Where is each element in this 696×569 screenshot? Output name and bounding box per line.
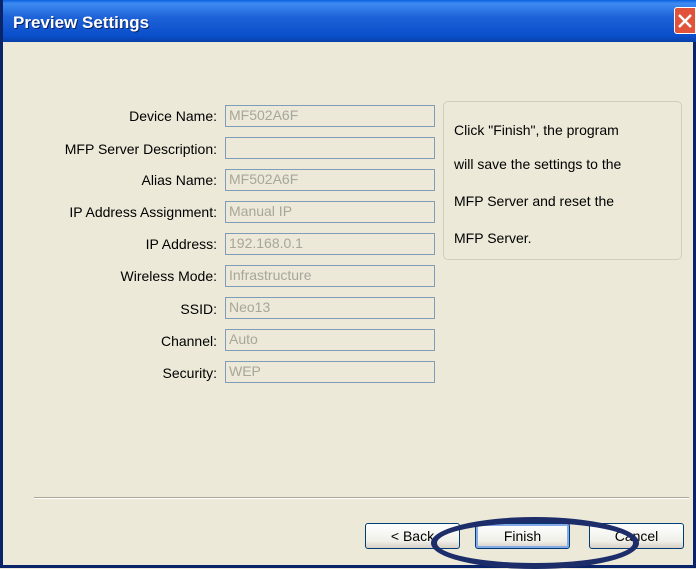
channel-field: Auto: [225, 329, 435, 351]
server-description-field: [225, 137, 435, 159]
ssid-field: Neo13: [225, 297, 435, 319]
alias-name-label: Alias Name:: [141, 172, 217, 188]
wireless-mode-label: Wireless Mode:: [120, 268, 217, 284]
ssid-label: SSID:: [180, 301, 217, 317]
info-line: will save the settings to the: [454, 156, 622, 172]
info-panel: Click "Finish", the program will save th…: [443, 101, 682, 260]
security-field: WEP: [225, 361, 435, 383]
ip-address-label: IP Address:: [145, 236, 217, 252]
info-line: MFP Server.: [454, 230, 532, 246]
close-button[interactable]: [674, 7, 696, 34]
ip-address-field: 192.168.0.1: [225, 233, 435, 255]
close-icon: [678, 14, 692, 28]
back-button[interactable]: < Back: [365, 523, 460, 549]
security-label: Security:: [162, 365, 217, 381]
alias-name-field: MF502A6F: [225, 169, 435, 191]
device-name-label: Device Name:: [129, 108, 217, 124]
cancel-button[interactable]: Cancel: [589, 523, 684, 549]
ip-assignment-label: IP Address Assignment:: [69, 204, 217, 220]
finish-button[interactable]: Finish: [475, 523, 570, 549]
title-bar: Preview Settings: [3, 0, 696, 42]
separator: [34, 497, 689, 499]
server-description-label: MFP Server Description:: [64, 141, 217, 157]
device-name-field: MF502A6F: [225, 105, 435, 127]
preview-settings-window: Preview Settings Device Name: MF502A6F M…: [0, 0, 696, 569]
ip-assignment-field: Manual IP: [225, 201, 435, 223]
info-line: MFP Server and reset the: [454, 193, 615, 209]
info-line: Click "Finish", the program: [454, 122, 619, 138]
window-title: Preview Settings: [13, 13, 150, 32]
wireless-mode-field: Infrastructure: [225, 265, 435, 287]
channel-label: Channel:: [160, 333, 217, 349]
